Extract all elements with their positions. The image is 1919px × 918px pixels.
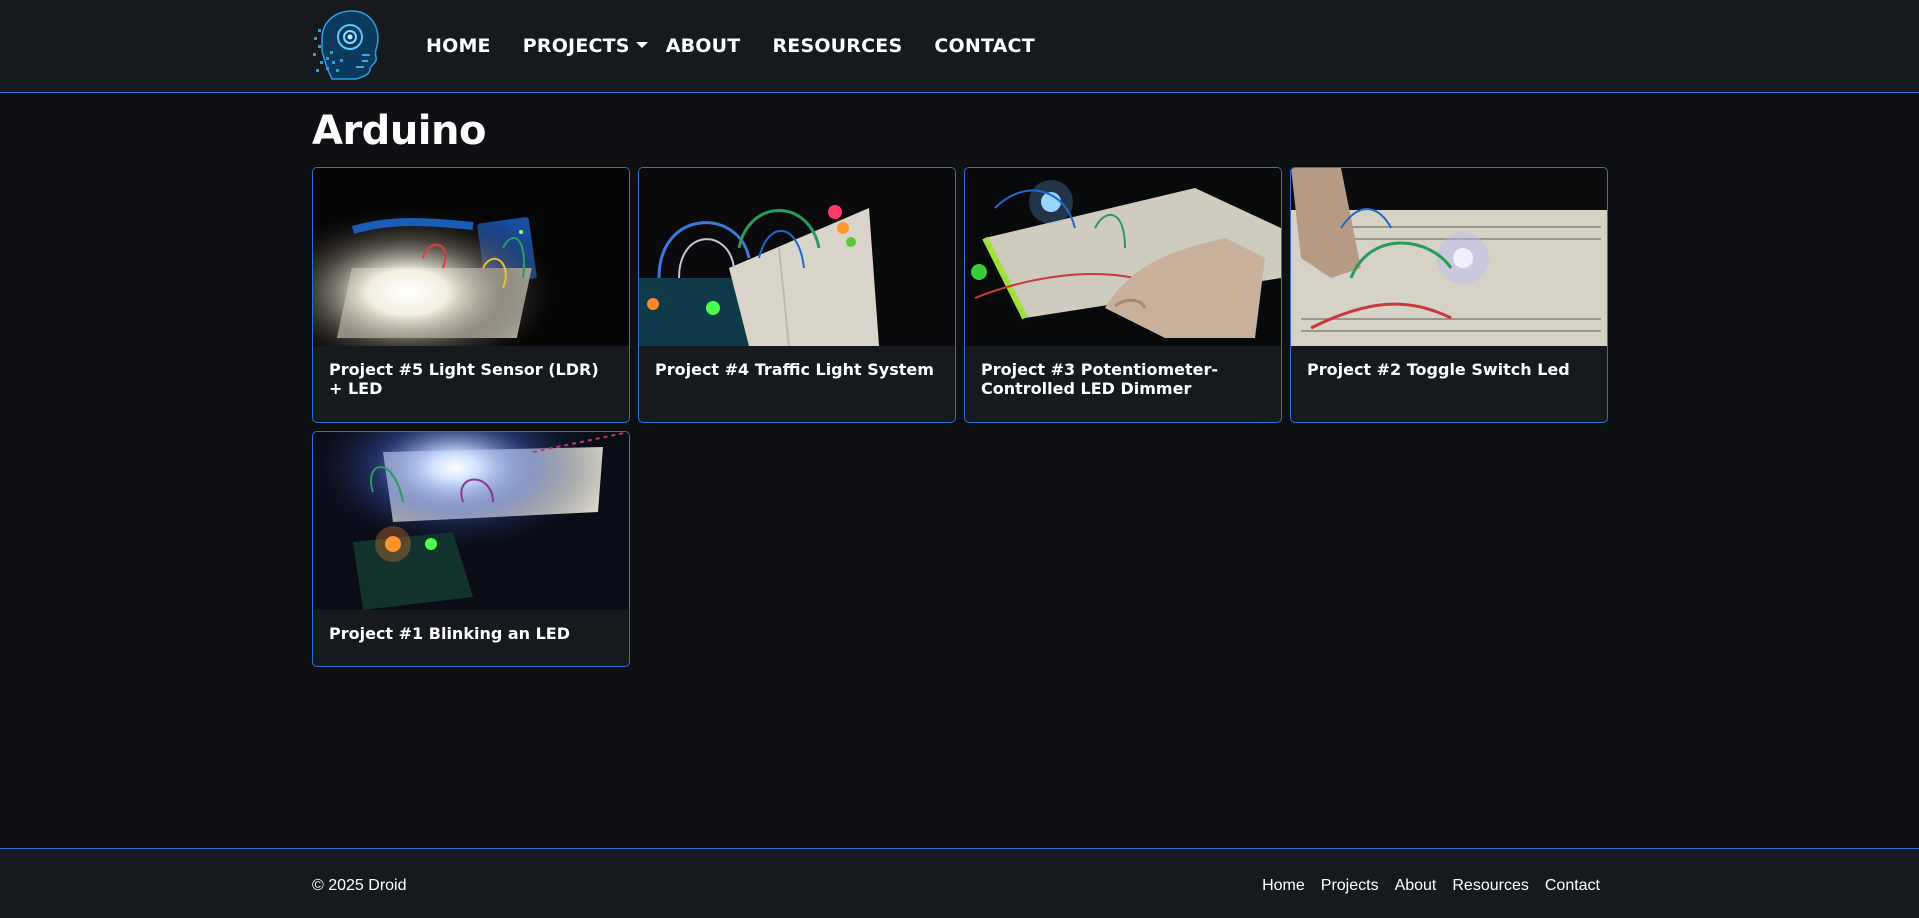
- card-title: Project #3 Potentiometer-Controlled LED …: [981, 360, 1219, 398]
- card-body: Project #3 Potentiometer-Controlled LED …: [965, 346, 1281, 412]
- robot-head-logo-icon: [313, 10, 379, 80]
- page-title: Arduino: [312, 108, 486, 154]
- card-body: Project #4 Traffic Light System: [639, 346, 955, 393]
- footer-projects-link[interactable]: Projects: [1321, 877, 1379, 895]
- footer-home-link[interactable]: Home: [1262, 877, 1305, 895]
- site-footer: © 2025 Droid Home Projects About Resourc…: [0, 848, 1919, 918]
- nav-home-link[interactable]: HOME: [426, 35, 491, 57]
- card-body: Project #1 Blinking an LED: [313, 610, 629, 657]
- card-title: Project #2 Toggle Switch Led: [1307, 360, 1570, 379]
- footer-resources-link[interactable]: Resources: [1452, 877, 1528, 895]
- project-5-photo: [313, 168, 629, 346]
- top-navbar: HOME PROJECTS ABOUT RESOURCES CONTACT: [0, 0, 1919, 93]
- footer-about-link[interactable]: About: [1395, 877, 1437, 895]
- card-title: Project #4 Traffic Light System: [655, 360, 934, 379]
- nav-menu: HOME PROJECTS ABOUT RESOURCES CONTACT: [426, 0, 1067, 92]
- caret-down-icon: [635, 42, 648, 48]
- project-4-photo: [639, 168, 955, 346]
- nav-projects-dropdown[interactable]: PROJECTS: [523, 35, 648, 57]
- project-card-4[interactable]: Project #4 Traffic Light System: [638, 167, 956, 423]
- card-body: Project #2 Toggle Switch Led: [1291, 346, 1607, 393]
- card-title: Project #1 Blinking an LED: [329, 624, 571, 643]
- project-card-1[interactable]: Project #1 Blinking an LED: [312, 431, 630, 667]
- project-3-photo: [965, 168, 1281, 346]
- nav-contact-link[interactable]: CONTACT: [934, 35, 1035, 57]
- nav-resources-link[interactable]: RESOURCES: [772, 35, 902, 57]
- card-title: Project #5 Light Sensor (LDR) + LED: [329, 360, 599, 398]
- nav-about-link[interactable]: ABOUT: [666, 35, 741, 57]
- project-1-photo: [313, 432, 629, 610]
- nav-projects-label: PROJECTS: [522, 35, 630, 57]
- project-card-5[interactable]: Project #5 Light Sensor (LDR) + LED: [312, 167, 630, 423]
- copyright-text: © 2025 Droid: [312, 877, 407, 894]
- project-card-2[interactable]: Project #2 Toggle Switch Led: [1290, 167, 1608, 423]
- footer-contact-link[interactable]: Contact: [1545, 877, 1600, 895]
- project-card-3[interactable]: Project #3 Potentiometer-Controlled LED …: [964, 167, 1282, 423]
- project-2-photo: [1291, 168, 1607, 346]
- site-logo[interactable]: [312, 9, 382, 81]
- card-body: Project #5 Light Sensor (LDR) + LED: [313, 346, 629, 412]
- footer-nav: Home Projects About Resources Contact: [1246, 877, 1600, 895]
